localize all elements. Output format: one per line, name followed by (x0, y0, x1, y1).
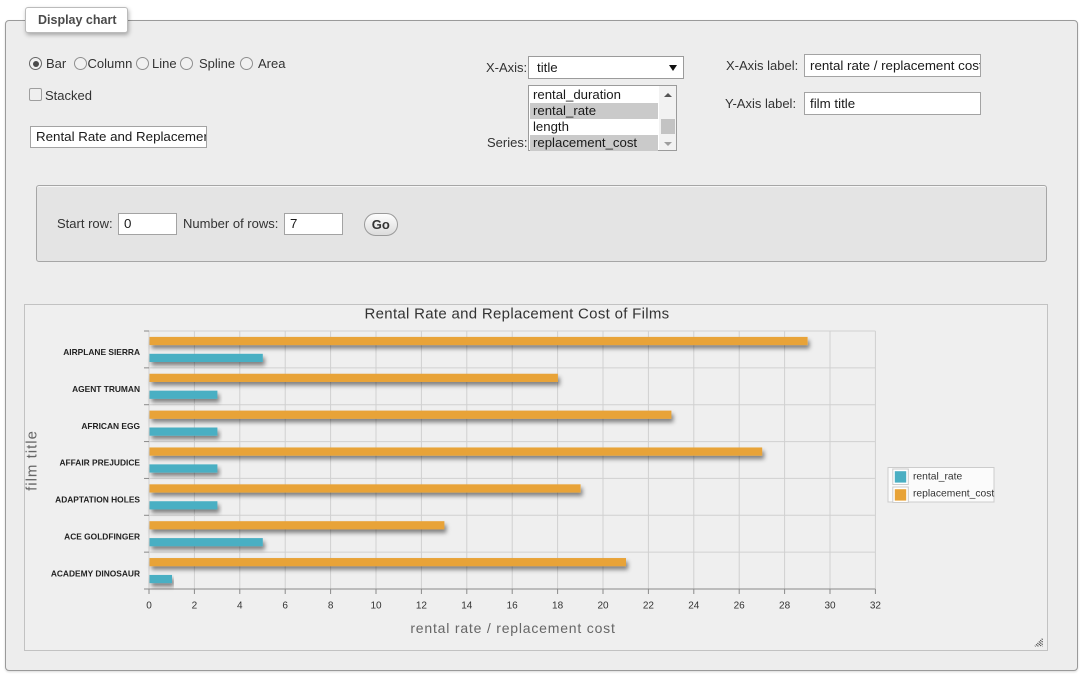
svg-text:10: 10 (370, 601, 382, 612)
svg-text:26: 26 (734, 601, 746, 612)
svg-text:Rental Rate and Replacement Co: Rental Rate and Replacement Cost of Film… (365, 306, 670, 323)
svg-text:32: 32 (870, 601, 882, 612)
svg-text:replacement_cost: replacement_cost (913, 489, 994, 500)
svg-text:28: 28 (779, 601, 791, 612)
svg-text:rental_rate: rental_rate (913, 471, 963, 482)
svg-text:2: 2 (192, 601, 198, 612)
svg-text:14: 14 (461, 601, 473, 612)
svg-text:ACE GOLDFINGER: ACE GOLDFINGER (64, 531, 140, 541)
svg-text:16: 16 (507, 601, 519, 612)
svg-text:AIRPLANE SIERRA: AIRPLANE SIERRA (63, 347, 140, 357)
svg-text:12: 12 (416, 601, 428, 612)
svg-text:rental rate / replacement cost: rental rate / replacement cost (410, 620, 615, 636)
svg-text:22: 22 (643, 601, 655, 612)
svg-text:0: 0 (146, 601, 152, 612)
svg-text:AFRICAN EGG: AFRICAN EGG (81, 421, 140, 431)
svg-text:4: 4 (237, 601, 243, 612)
svg-text:20: 20 (597, 601, 609, 612)
svg-text:18: 18 (552, 601, 564, 612)
svg-text:ADAPTATION HOLES: ADAPTATION HOLES (55, 495, 140, 505)
svg-text:ACADEMY DINOSAUR: ACADEMY DINOSAUR (51, 568, 140, 578)
svg-text:AGENT TRUMAN: AGENT TRUMAN (72, 384, 140, 394)
svg-text:8: 8 (328, 601, 334, 612)
svg-text:24: 24 (688, 601, 700, 612)
svg-text:film title: film title (24, 430, 40, 491)
svg-text:6: 6 (282, 601, 288, 612)
svg-text:AFFAIR PREJUDICE: AFFAIR PREJUDICE (59, 458, 140, 468)
svg-text:30: 30 (824, 601, 836, 612)
